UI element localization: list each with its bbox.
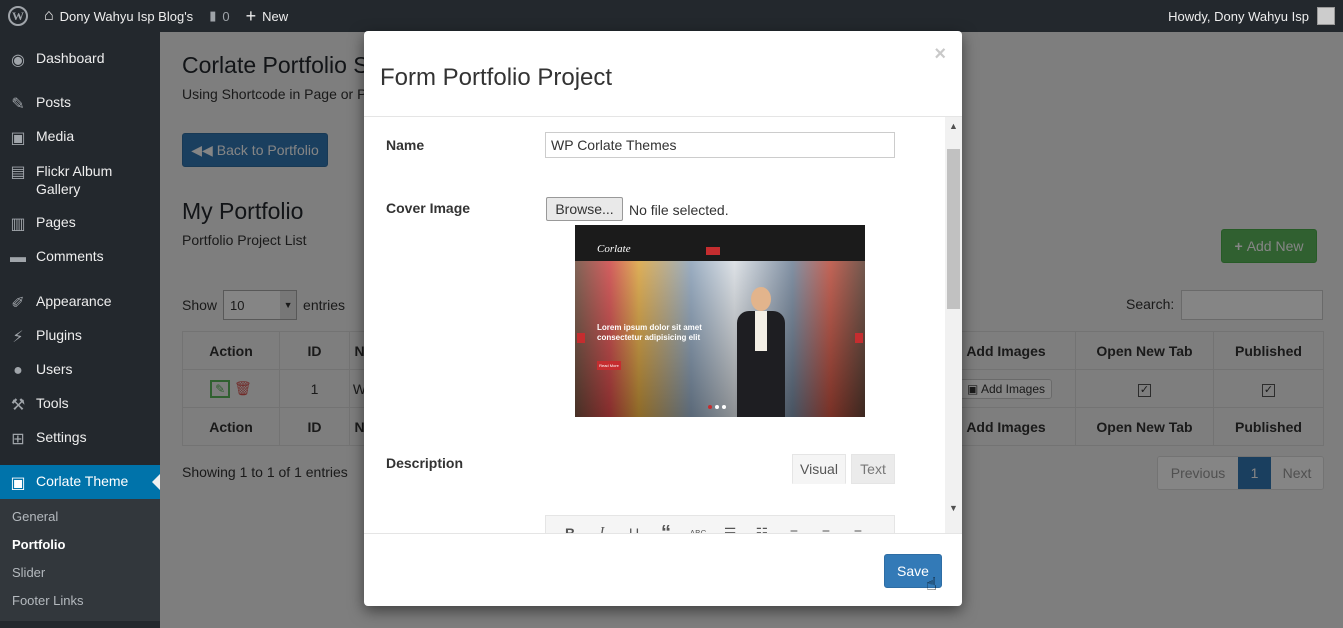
sidebar-item-label: Dashboard [36, 50, 105, 66]
name-field[interactable]: WP Corlate Themes [545, 132, 895, 158]
sidebar-item-flickr-album-gallery[interactable]: ▤ Flickr Album Gallery [0, 154, 160, 206]
modal-body: Name WP Corlate Themes Cover Image Brows… [364, 117, 962, 533]
submenu-item-slider[interactable]: Slider [0, 559, 160, 587]
blockquote-icon[interactable]: “ [650, 522, 682, 534]
sidebar-item-dashboard[interactable]: ◉ Dashboard [0, 41, 160, 77]
align-right-icon[interactable]: ≡ [842, 525, 874, 533]
modal-header: Form Portfolio Project × [364, 31, 962, 117]
sidebar-item-appearance[interactable]: ✐ Appearance [0, 285, 160, 319]
sidebar-item-label: Users [36, 361, 73, 377]
name-label: Name [386, 137, 425, 153]
corlate-submenu: General Portfolio Slider Footer Links [0, 499, 160, 621]
comments-link[interactable]: ▮ 0 [201, 0, 237, 32]
media-icon: ▣ [10, 130, 26, 147]
cursor-hand-icon: ☝ [926, 574, 937, 594]
sidebar-item-comments[interactable]: ▬ Comments [0, 240, 160, 274]
tab-text[interactable]: Text [851, 454, 895, 484]
bold-icon[interactable]: B [554, 525, 586, 533]
modal-title: Form Portfolio Project [380, 64, 613, 91]
portfolio-form-modal: Form Portfolio Project × Name WP Corlate… [364, 31, 962, 606]
tab-visual[interactable]: Visual [792, 454, 846, 484]
wordpress-icon: W [8, 6, 28, 26]
cover-image-preview: Corlate Lorem ipsum dolor sit amet conse… [575, 225, 865, 417]
sidebar-item-label: Settings [36, 429, 87, 445]
wrench-icon: ⚒ [10, 397, 26, 414]
italic-icon[interactable]: I [586, 525, 618, 533]
sidebar-item-label: Appearance [36, 293, 112, 309]
preview-left-arrow-icon [577, 333, 585, 343]
settings-icon: ⊞ [11, 431, 25, 448]
avatar [1317, 7, 1335, 25]
bullet-list-icon[interactable]: ☰ [714, 525, 746, 534]
brush-icon: ✐ [11, 295, 25, 312]
howdy-text: Howdy, Dony Wahyu Isp [1168, 8, 1309, 24]
scrollbar-thumb[interactable] [947, 149, 960, 309]
plug-icon: ⚡ [12, 329, 24, 346]
description-label: Description [386, 455, 464, 471]
site-name-link[interactable]: ⌂ Dony Wahyu Isp Blog's [36, 0, 201, 32]
sidebar-item-media[interactable]: ▣ Media [0, 120, 160, 154]
sidebar-item-label: Corlate Theme [36, 473, 129, 489]
preview-headline-1: Lorem ipsum dolor sit amet [597, 323, 702, 332]
sidebar-item-label: Comments [36, 248, 104, 264]
wordpress-logo-button[interactable]: W [0, 0, 36, 32]
plus-icon: + [245, 5, 257, 26]
comment-icon: ▬ [10, 249, 26, 266]
new-label: New [262, 8, 289, 24]
submenu-item-footer-links[interactable]: Footer Links [0, 587, 160, 615]
modal-scrollbar[interactable]: ▲ ▼ [945, 117, 962, 533]
preview-logo: Corlate [597, 243, 631, 255]
preview-headline-2: consectetur adipisicing elit [597, 333, 701, 342]
gallery-icon: ▤ [10, 164, 26, 181]
align-left-icon[interactable]: ≡ [778, 525, 810, 533]
numbered-list-icon[interactable]: ☷ [746, 525, 778, 534]
new-content-link[interactable]: + New [238, 0, 297, 32]
home-icon: ⌂ [44, 7, 54, 24]
file-status: No file selected. [629, 202, 729, 218]
sidebar-item-label: Plugins [36, 327, 82, 343]
user-icon: ● [13, 362, 23, 379]
underline-icon[interactable]: U [618, 525, 650, 533]
preview-dots [708, 405, 726, 409]
sidebar-item-label: Posts [36, 94, 72, 110]
sidebar-item-label: Media [36, 128, 75, 144]
sidebar-item-users[interactable]: ● Users [0, 353, 160, 387]
preview-read-more: Read More [597, 361, 621, 370]
preview-nav-active [706, 247, 720, 255]
image-icon: ▣ [10, 475, 26, 492]
close-icon[interactable]: × [934, 43, 946, 66]
cover-image-label: Cover Image [386, 200, 471, 216]
modal-footer: Save ☝ [364, 533, 962, 606]
sidebar-item-corlate-theme[interactable]: ▣ Corlate Theme [0, 465, 160, 499]
sidebar-item-pages[interactable]: ▥ Pages [0, 206, 160, 240]
pin-icon: ✎ [11, 96, 25, 113]
browse-button[interactable]: Browse... [546, 197, 623, 221]
sidebar-item-settings[interactable]: ⊞ Settings [0, 421, 160, 455]
comments-count: 0 [222, 8, 230, 24]
pages-icon: ▥ [10, 216, 26, 233]
preview-person [733, 287, 789, 417]
sidebar-item-tools[interactable]: ⚒ Tools [0, 387, 160, 421]
comment-icon: ▮ [209, 8, 217, 23]
site-name: Dony Wahyu Isp Blog's [59, 8, 194, 24]
preview-topbar: Corlate [575, 225, 865, 261]
sidebar-item-label: Flickr Album Gallery [36, 163, 113, 197]
submenu-item-portfolio[interactable]: Portfolio [0, 531, 160, 559]
admin-sidebar: ◉ Dashboard ✎ Posts ▣ Media ▤ Flickr Alb… [0, 32, 160, 628]
preview-right-arrow-icon [855, 333, 863, 343]
submenu-item-general[interactable]: General [0, 503, 160, 531]
sidebar-item-label: Pages [36, 214, 76, 230]
scroll-down-icon[interactable]: ▼ [945, 499, 962, 516]
sidebar-item-posts[interactable]: ✎ Posts [0, 86, 160, 120]
sidebar-item-plugins[interactable]: ⚡ Plugins [0, 319, 160, 353]
dashboard-icon: ◉ [11, 52, 25, 69]
sidebar-item-label: Tools [36, 395, 69, 411]
align-center-icon[interactable]: ≡ [810, 525, 842, 533]
account-menu[interactable]: Howdy, Dony Wahyu Isp [1160, 0, 1343, 32]
admin-bar: W ⌂ Dony Wahyu Isp Blog's ▮ 0 + New Howd… [0, 0, 1343, 32]
editor-toolbar: B I U “ ABC ☰ ☷ ≡ ≡ ≡ [545, 515, 895, 533]
scroll-up-icon[interactable]: ▲ [945, 117, 962, 134]
